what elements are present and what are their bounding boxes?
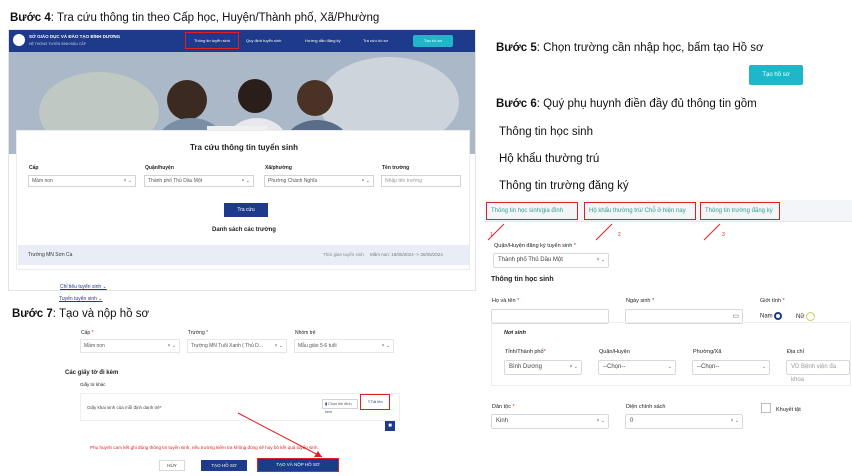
step5-create-button[interactable]: Tạo hồ sơ: [749, 65, 803, 85]
step4-caption: Bước 4: Tra cứu thông tin theo Cấp học, …: [10, 12, 380, 24]
portal-title: SỞ GIÁO DỤC VÀ ĐÀO TẠO BÌNH DƯƠNG: [29, 34, 121, 39]
chevron-down-icon: × ⌄: [361, 178, 371, 184]
submit-group-label: Nhóm trẻ: [295, 330, 316, 336]
address-label: Địa chỉ: [787, 349, 804, 355]
logo-icon: [13, 34, 25, 46]
link-quota[interactable]: Chỉ tiêu tuyển sinh ⌄: [60, 284, 107, 290]
link-route[interactable]: Tuyến tuyển sinh ⌄: [59, 296, 103, 302]
chevron-down-icon: × ⌄: [730, 418, 740, 424]
create-submit-button[interactable]: TẠO VÀ NỘP HỒ SƠ: [257, 458, 339, 472]
district2-select[interactable]: --Chọn-- ⌄: [598, 360, 676, 375]
chevron-down-icon: × ⌄: [241, 178, 251, 184]
table-row[interactable]: Trường MN Sơn Ca Thời gian tuyển sinh Mầ…: [18, 245, 470, 265]
nav-admission-info[interactable]: Thông tin tuyển sinh: [185, 32, 239, 49]
doc-name: Giấy khai sinh của mỗi định danh trẻ*: [87, 405, 162, 410]
step6-item-school: Thông tin trường đăng ký: [499, 180, 629, 192]
level-select[interactable]: Mầm non × ⌄: [28, 175, 136, 187]
upload-button[interactable]: ⇧Tải lên: [360, 394, 390, 410]
province-select[interactable]: Bình Dương × ⌄: [504, 360, 582, 375]
nav-regulations[interactable]: Quy định tuyển sinh: [246, 38, 281, 43]
address-input[interactable]: VD Bệnh viện đa khoa: [786, 360, 850, 383]
cancel-button[interactable]: HỦY: [159, 460, 185, 471]
step6-item-student: Thông tin học sinh: [499, 126, 593, 138]
disability-checkbox[interactable]: [761, 403, 771, 413]
tab-student-family[interactable]: Thông tin học sinh/gia đình: [486, 202, 578, 220]
ethnic-select[interactable]: Kinh × ⌄: [491, 414, 609, 429]
step7-caption: Bước 7: Tạo và nộp hồ sơ: [12, 308, 149, 320]
portal-subtitle: HỆ THỐNG TUYỂN SINH ĐẦU CẤP: [29, 42, 87, 46]
district-select[interactable]: Thành phố Thủ Dầu Một × ⌄: [144, 175, 254, 187]
school-list-title: Danh sách các trường: [212, 227, 276, 233]
nav-guide[interactable]: Hướng dẫn đăng ký: [305, 38, 341, 43]
district-label: Quận/huyện: [145, 165, 174, 171]
chevron-down-icon: × ⌄: [381, 343, 391, 349]
portal-header: SỞ GIÁO DỤC VÀ ĐÀO TẠO BÌNH DƯƠNG HỆ THỐ…: [9, 30, 475, 52]
tab-number-1: 1: [490, 232, 493, 238]
chevron-down-icon: ⌄: [761, 364, 766, 370]
step5-caption: Bước 5: Chọn trường cần nhập học, bấm tạ…: [496, 42, 764, 54]
step6-caption: Bước 6: Quý phụ huynh điền đầy đủ thông …: [496, 98, 757, 110]
chevron-down-icon: × ⌄: [596, 418, 606, 424]
header-create-button[interactable]: Tạo hồ sơ: [413, 35, 453, 47]
tab-number-2: 2: [618, 232, 621, 238]
portal-screenshot: SỞ GIÁO DỤC VÀ ĐÀO TẠO BÌNH DƯƠNG HỆ THỐ…: [8, 29, 476, 291]
chevron-down-icon: × ⌄: [596, 257, 606, 263]
trash-icon[interactable]: ■: [385, 421, 395, 431]
school-name: Trường MN Sơn Ca: [28, 252, 73, 258]
reg-district-label: Quận/Huyện đăng ký tuyển sinh *: [494, 243, 576, 249]
nav-lookup[interactable]: Tra cứu hồ sơ: [363, 38, 388, 43]
chevron-down-icon: × ⌄: [569, 364, 579, 370]
submit-group-select[interactable]: Mẫu giáo 5-6 tuổi × ⌄: [294, 339, 394, 353]
choose-file-button[interactable]: ▮ Chọn file đính kèm: [322, 399, 358, 414]
tab-household[interactable]: Hộ khẩu thường trú/ Chỗ ở hiện nay: [584, 202, 696, 220]
search-button[interactable]: Tra cứu: [224, 203, 268, 217]
docs-column: Giấy tờ khác: [80, 382, 106, 387]
submit-level-select[interactable]: Mầm non × ⌄: [80, 339, 180, 353]
submit-screenshot: Cấp * Trường * Nhóm trẻ Mầm non × ⌄ Trườn…: [11, 321, 477, 473]
ethnic-label: Dân tộc *: [492, 404, 515, 410]
gender-male-option[interactable]: Nam: [760, 312, 783, 320]
ward2-label: Phường/Xã: [693, 349, 722, 355]
disability-label: Khuyết tật: [776, 407, 801, 413]
level-label: Cấp: [29, 165, 39, 171]
birthplace-title: Nơi sinh: [504, 330, 527, 336]
submit-level-label: Cấp *: [81, 330, 94, 336]
time-value: Mầm non: 18/05/2024 -> 30/05/2024: [370, 252, 443, 257]
submit-school-select[interactable]: Trường MN Tuổi Xanh ( Thủ D... × ⌄: [187, 339, 287, 353]
submit-school-label: Trường *: [188, 330, 209, 336]
tab-number-3: 3: [722, 232, 725, 238]
search-card: Tra cứu thông tin tuyển sinh Cấp Quận/hu…: [16, 130, 470, 270]
school-label: Tên trường: [382, 165, 410, 171]
policy-label: Diện chính sách: [626, 404, 666, 410]
radio-unchecked-icon: [806, 312, 816, 321]
docs-title: Các giấy tờ đi kèm: [65, 370, 119, 376]
chevron-down-icon: ⌄: [667, 364, 672, 370]
policy-select[interactable]: 0 × ⌄: [625, 414, 743, 429]
district2-label: Quận/Huyện: [599, 349, 630, 355]
search-title: Tra cứu thông tin tuyển sinh: [189, 143, 298, 152]
student-section-title: Thông tin học sinh: [491, 276, 554, 283]
gender-label: Giới tính *: [760, 298, 785, 304]
gender-female-option[interactable]: Nữ: [796, 312, 816, 321]
ward-select[interactable]: Phường Chánh Nghĩa × ⌄: [264, 175, 374, 187]
ward-label: Xã/phường: [265, 165, 292, 171]
form-screenshot: Thông tin học sinh/gia đình Hộ khẩu thườ…: [484, 200, 852, 476]
radio-checked-icon: [774, 312, 783, 320]
time-label: Thời gian tuyển sinh: [323, 252, 364, 257]
ward2-select[interactable]: --Chọn-- ⌄: [692, 360, 770, 375]
dob-label: Ngày sinh *: [626, 298, 655, 304]
fullname-label: Họ và tên *: [492, 298, 520, 304]
step6-item-household: Hộ khẩu thường trú: [499, 153, 600, 165]
province-label: Tỉnh/Thành phố*: [505, 349, 546, 355]
tab-arrows: [487, 223, 721, 241]
chevron-down-icon: × ⌄: [274, 343, 284, 349]
chevron-down-icon: × ⌄: [123, 178, 133, 184]
chevron-down-icon: × ⌄: [167, 343, 177, 349]
tab-school-registration[interactable]: Thông tin trường đăng ký: [700, 202, 780, 220]
create-button[interactable]: TẠO HỒ SƠ: [201, 460, 247, 471]
reg-district-select[interactable]: Thành phố Thủ Dầu Một × ⌄: [493, 253, 609, 268]
school-input[interactable]: Nhập tên trường: [381, 175, 461, 187]
file-icon: ▮: [325, 402, 328, 406]
